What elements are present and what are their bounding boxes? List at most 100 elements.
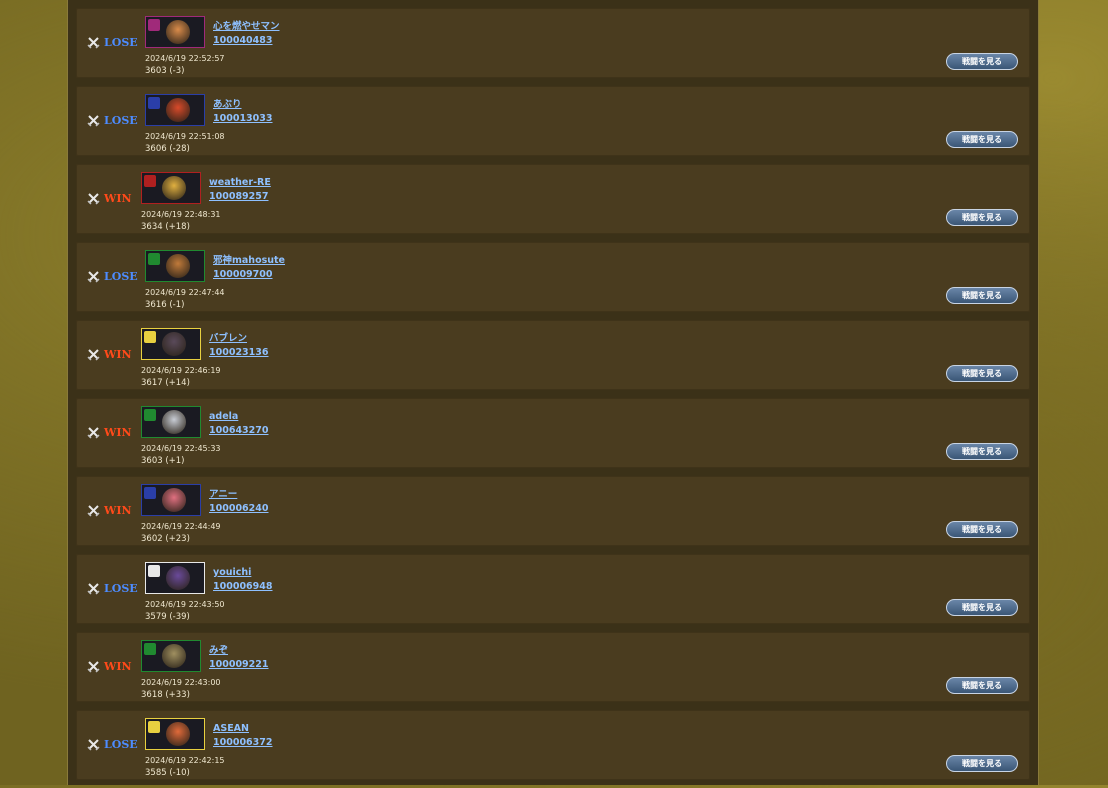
match-row: WIN バブレン 100023136 2024/6/19 22:46:19 36…: [76, 320, 1030, 390]
rank-emblem-icon: [144, 487, 156, 499]
character-portrait-icon: [162, 410, 186, 434]
result-indicator: LOSE: [87, 581, 138, 595]
character-portrait-icon: [166, 722, 190, 746]
crossed-swords-icon: [87, 582, 100, 595]
result-indicator: WIN: [87, 659, 132, 673]
crossed-swords-icon: [87, 192, 100, 205]
match-datetime: 2024/6/19 22:48:31: [141, 210, 221, 219]
player-avatar[interactable]: [141, 172, 201, 204]
match-datetime: 2024/6/19 22:44:49: [141, 522, 221, 531]
match-datetime: 2024/6/19 22:42:15: [145, 756, 225, 765]
match-datetime: 2024/6/19 22:51:08: [145, 132, 225, 141]
result-indicator: WIN: [87, 191, 132, 205]
character-portrait-icon: [162, 644, 186, 668]
player-info: weather-RE 100089257: [209, 176, 271, 204]
player-name-link[interactable]: ASEAN: [213, 722, 273, 736]
player-name-link[interactable]: あぶり: [213, 98, 273, 112]
match-row: LOSE 心を燃やせマン 100040483 2024/6/19 22:52:5…: [76, 8, 1030, 78]
player-name-link[interactable]: adela: [209, 410, 269, 424]
player-avatar[interactable]: [145, 16, 205, 48]
result-indicator: LOSE: [87, 35, 138, 49]
result-label: WIN: [104, 191, 132, 205]
view-battle-button[interactable]: 戦闘を見る: [946, 131, 1018, 148]
result-label: LOSE: [104, 35, 138, 49]
player-info: 邪神mahosute 100009700: [213, 254, 285, 282]
player-avatar[interactable]: [145, 94, 205, 126]
result-label: WIN: [104, 503, 132, 517]
match-row: LOSE youichi 100006948 2024/6/19 22:43:5…: [76, 554, 1030, 624]
view-battle-button[interactable]: 戦闘を見る: [946, 53, 1018, 70]
player-name-link[interactable]: 心を燃やせマン: [213, 20, 280, 34]
view-battle-button[interactable]: 戦闘を見る: [946, 755, 1018, 772]
player-id-link[interactable]: 100040483: [213, 34, 280, 48]
view-battle-button[interactable]: 戦闘を見る: [946, 365, 1018, 382]
result-label: LOSE: [104, 269, 138, 283]
crossed-swords-icon: [87, 114, 100, 127]
crossed-swords-icon: [87, 270, 100, 283]
result-label: LOSE: [104, 737, 138, 751]
player-id-link[interactable]: 100089257: [209, 190, 271, 204]
player-name-link[interactable]: 邪神mahosute: [213, 254, 285, 268]
result-label: WIN: [104, 425, 132, 439]
match-datetime: 2024/6/19 22:45:33: [141, 444, 221, 453]
rating-change: 3579 (-39): [145, 612, 190, 622]
match-list: LOSE 心を燃やせマン 100040483 2024/6/19 22:52:5…: [76, 8, 1030, 788]
rating-change: 3634 (+18): [141, 222, 190, 232]
player-avatar[interactable]: [141, 328, 201, 360]
match-datetime: 2024/6/19 22:43:00: [141, 678, 221, 687]
match-row: WIN みぞ 100009221 2024/6/19 22:43:00 3618…: [76, 632, 1030, 702]
player-name-link[interactable]: みぞ: [209, 644, 269, 658]
rank-emblem-icon: [148, 97, 160, 109]
player-id-link[interactable]: 100009221: [209, 658, 269, 672]
match-row: WIN weather-RE 100089257 2024/6/19 22:48…: [76, 164, 1030, 234]
rank-emblem-icon: [148, 721, 160, 733]
view-battle-button[interactable]: 戦闘を見る: [946, 521, 1018, 538]
player-id-link[interactable]: 100013033: [213, 112, 273, 126]
match-row: LOSE 邪神mahosute 100009700 2024/6/19 22:4…: [76, 242, 1030, 312]
player-avatar[interactable]: [141, 640, 201, 672]
result-label: WIN: [104, 659, 132, 673]
player-id-link[interactable]: 100009700: [213, 268, 285, 282]
player-id-link[interactable]: 100006240: [209, 502, 269, 516]
player-info: ASEAN 100006372: [213, 722, 273, 750]
result-indicator: WIN: [87, 425, 132, 439]
character-portrait-icon: [166, 566, 190, 590]
result-indicator: LOSE: [87, 269, 138, 283]
rank-emblem-icon: [148, 565, 160, 577]
rank-emblem-icon: [148, 19, 160, 31]
player-info: adela 100643270: [209, 410, 269, 438]
character-portrait-icon: [162, 176, 186, 200]
player-avatar[interactable]: [145, 250, 205, 282]
rating-change: 3617 (+14): [141, 378, 190, 388]
view-battle-button[interactable]: 戦闘を見る: [946, 599, 1018, 616]
player-id-link[interactable]: 100006372: [213, 736, 273, 750]
view-battle-button[interactable]: 戦闘を見る: [946, 677, 1018, 694]
result-label: LOSE: [104, 581, 138, 595]
player-info: みぞ 100009221: [209, 644, 269, 672]
player-name-link[interactable]: バブレン: [209, 332, 269, 346]
view-battle-button[interactable]: 戦闘を見る: [946, 287, 1018, 304]
player-name-link[interactable]: weather-RE: [209, 176, 271, 190]
player-name-link[interactable]: アニー: [209, 488, 269, 502]
match-datetime: 2024/6/19 22:46:19: [141, 366, 221, 375]
player-avatar[interactable]: [145, 718, 205, 750]
character-portrait-icon: [166, 20, 190, 44]
view-battle-button[interactable]: 戦闘を見る: [946, 443, 1018, 460]
view-battle-button[interactable]: 戦闘を見る: [946, 209, 1018, 226]
crossed-swords-icon: [87, 660, 100, 673]
result-indicator: WIN: [87, 347, 132, 361]
player-avatar[interactable]: [141, 484, 201, 516]
result-label: LOSE: [104, 113, 138, 127]
player-avatar[interactable]: [141, 406, 201, 438]
match-datetime: 2024/6/19 22:43:50: [145, 600, 225, 609]
player-name-link[interactable]: youichi: [213, 566, 273, 580]
crossed-swords-icon: [87, 36, 100, 49]
player-id-link[interactable]: 100643270: [209, 424, 269, 438]
player-info: youichi 100006948: [213, 566, 273, 594]
crossed-swords-icon: [87, 738, 100, 751]
player-id-link[interactable]: 100023136: [209, 346, 269, 360]
player-id-link[interactable]: 100006948: [213, 580, 273, 594]
player-info: 心を燃やせマン 100040483: [213, 20, 280, 48]
rating-change: 3603 (-3): [145, 66, 185, 76]
player-avatar[interactable]: [145, 562, 205, 594]
